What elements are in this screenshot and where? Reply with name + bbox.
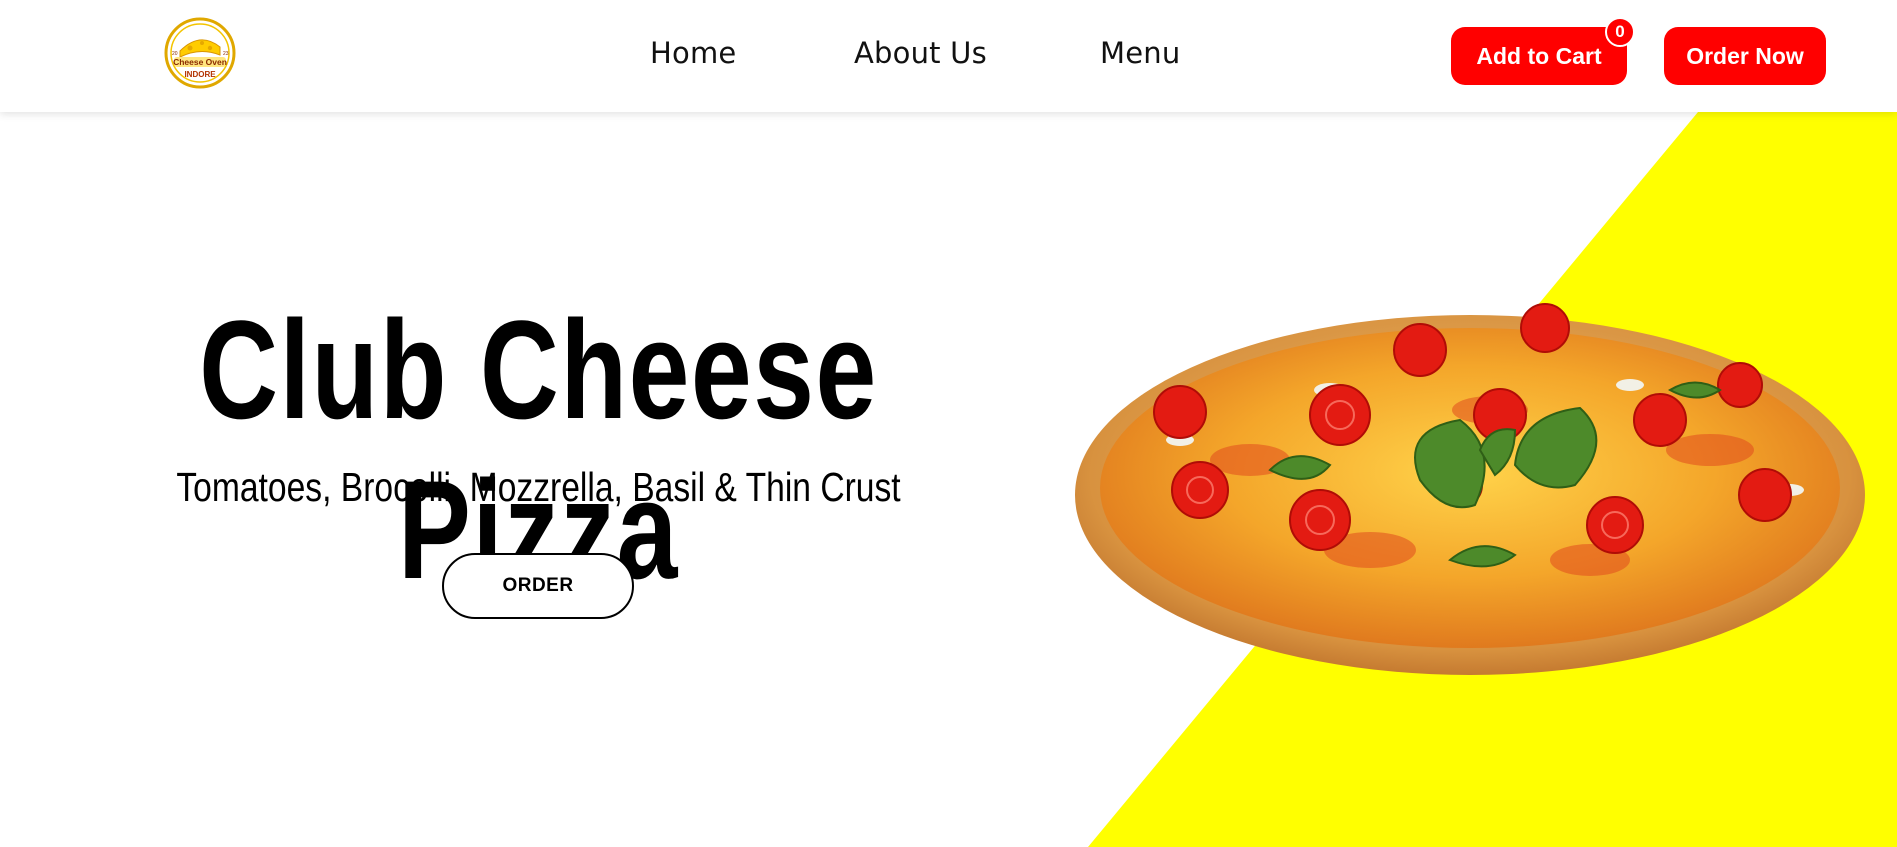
svg-text:20: 20 bbox=[172, 51, 178, 57]
order-button[interactable]: ORDER bbox=[442, 553, 634, 619]
add-to-cart-button[interactable]: Add to Cart bbox=[1451, 27, 1627, 85]
svg-text:Cheese Oven: Cheese Oven bbox=[173, 57, 227, 67]
svg-text:INDORE: INDORE bbox=[184, 70, 216, 79]
navbar: Cheese Oven INDORE 20 23 Home About Us M… bbox=[0, 0, 1897, 112]
nav-menu-link[interactable]: Menu bbox=[1100, 36, 1180, 70]
cart-count-badge: 0 bbox=[1605, 17, 1635, 47]
hero-subtitle: Tomatoes, Brocolli, Mozzrella, Basil & T… bbox=[176, 464, 901, 510]
svg-text:23: 23 bbox=[223, 51, 229, 57]
nav-about-link[interactable]: About Us bbox=[854, 36, 987, 70]
pizza-image bbox=[1070, 290, 1870, 680]
nav-home-link[interactable]: Home bbox=[650, 36, 736, 70]
cheese-oven-logo[interactable]: Cheese Oven INDORE 20 23 bbox=[160, 17, 240, 89]
order-now-button[interactable]: Order Now bbox=[1664, 27, 1826, 85]
